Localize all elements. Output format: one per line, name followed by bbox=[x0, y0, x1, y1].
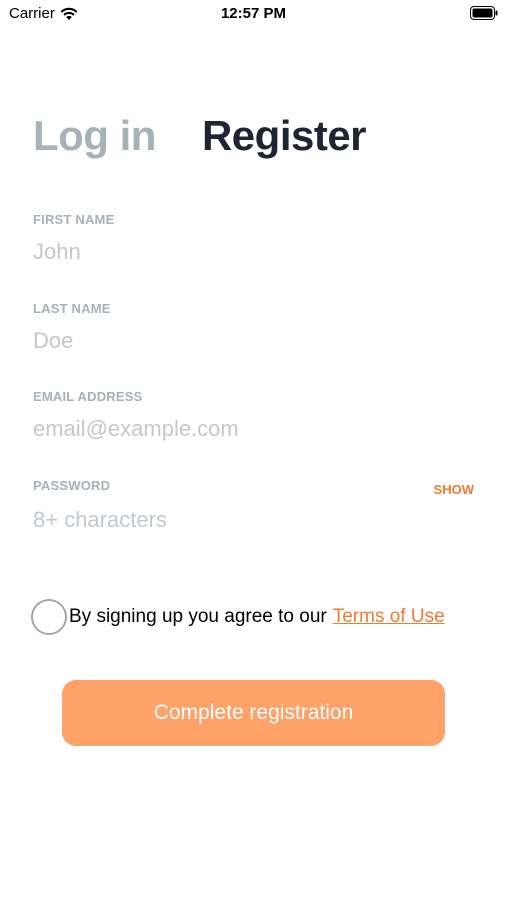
password-label: PASSWORD bbox=[33, 478, 111, 493]
password-field: PASSWORD SHOW bbox=[33, 478, 474, 533]
tab-login[interactable]: Log in bbox=[33, 112, 156, 160]
email-field: EMAIL ADDRESS bbox=[33, 389, 474, 442]
terms-row: By signing up you agree to our Terms of … bbox=[31, 599, 445, 635]
terms-text: By signing up you agree to our bbox=[69, 606, 327, 627]
terms-of-use-link[interactable]: Terms of Use bbox=[333, 606, 445, 628]
auth-tabs: Log in Register bbox=[33, 112, 367, 160]
first-name-field: FIRST NAME bbox=[33, 212, 474, 265]
terms-checkbox[interactable] bbox=[31, 599, 67, 635]
show-password-button[interactable]: SHOW bbox=[434, 482, 474, 497]
first-name-label: FIRST NAME bbox=[33, 212, 115, 227]
email-input[interactable] bbox=[33, 416, 474, 442]
status-bar: Carrier 12:57 PM bbox=[0, 0, 507, 30]
battery-icon bbox=[470, 6, 498, 20]
email-label: EMAIL ADDRESS bbox=[33, 389, 143, 404]
first-name-input[interactable] bbox=[33, 239, 474, 265]
password-input[interactable] bbox=[33, 507, 474, 533]
status-time: 12:57 PM bbox=[220, 5, 287, 22]
last-name-field: LAST NAME bbox=[33, 301, 474, 354]
tab-register[interactable]: Register bbox=[202, 112, 367, 160]
last-name-label: LAST NAME bbox=[33, 301, 111, 316]
last-name-input[interactable] bbox=[33, 328, 474, 354]
complete-registration-button[interactable]: Complete registration bbox=[62, 680, 445, 746]
